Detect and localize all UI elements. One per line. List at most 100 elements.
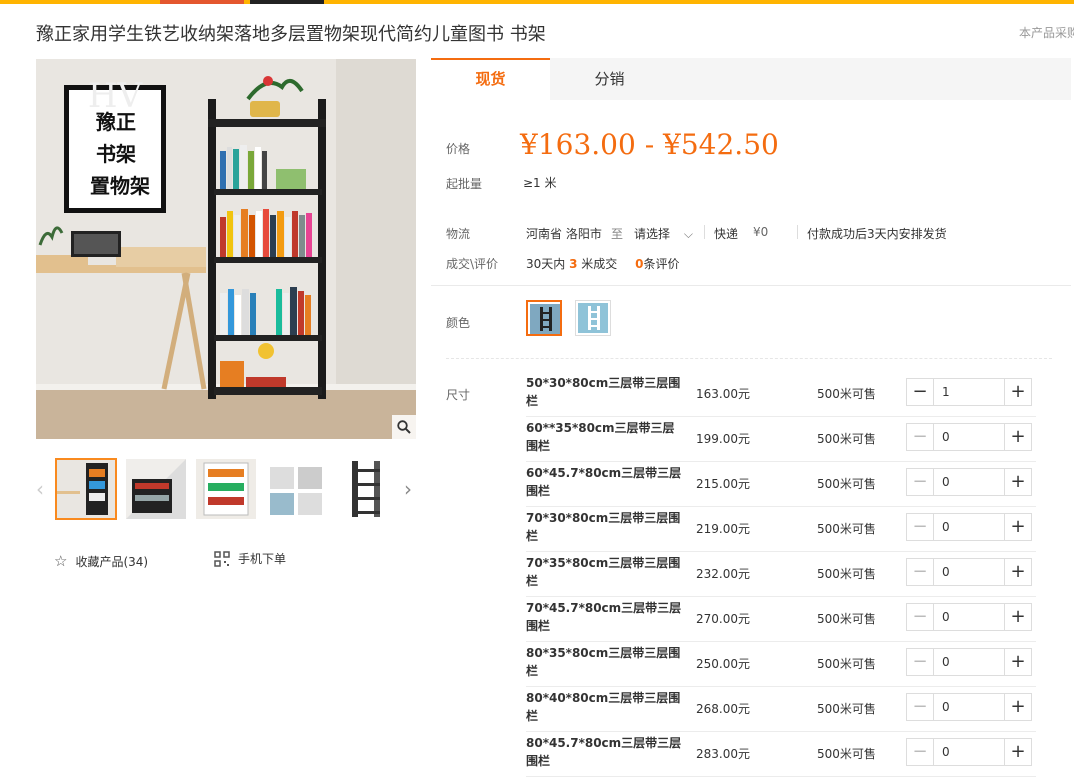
quantity-input[interactable]	[933, 604, 1005, 630]
quantity-stepper: −+	[906, 558, 1032, 586]
quantity-input[interactable]	[933, 379, 1005, 405]
reviews-count[interactable]: 0	[635, 257, 643, 271]
magnifier-icon	[397, 420, 411, 434]
quantity-input[interactable]	[933, 739, 1005, 765]
quantity-stepper: −+	[906, 378, 1032, 406]
destination-select[interactable]: 请选择 ⌵	[634, 225, 693, 242]
thumbnail-3[interactable]	[196, 459, 256, 519]
increment-button[interactable]: +	[1005, 649, 1031, 675]
moq-value: ≥1 米	[523, 176, 557, 190]
qr-code-icon	[214, 550, 230, 567]
increment-button[interactable]: +	[1005, 379, 1031, 405]
mobile-order-button[interactable]: 手机下单	[214, 550, 286, 567]
decrement-button[interactable]: −	[907, 604, 933, 630]
sku-stock: 500米可售	[817, 657, 876, 671]
sku-price: 199.00元	[696, 432, 750, 446]
decrement-button[interactable]: −	[907, 424, 933, 450]
deals-prefix: 30天内	[526, 257, 566, 271]
increment-button[interactable]: +	[1005, 514, 1031, 540]
top-bar-segment	[160, 0, 244, 4]
decrement-button[interactable]: −	[907, 694, 933, 720]
sku-stock: 500米可售	[817, 477, 876, 491]
color-swatch-black[interactable]	[526, 300, 562, 336]
quantity-stepper: −+	[906, 423, 1032, 451]
sku-row: 50*30*80cm三层带三层围栏163.00元500米可售−+	[526, 372, 1036, 417]
decrement-button[interactable]: −	[907, 559, 933, 585]
increment-button[interactable]: +	[1005, 694, 1031, 720]
sku-row: 60**35*80cm三层带三层围栏199.00元500米可售−+	[526, 417, 1036, 462]
main-product-image[interactable]: HV 豫正 书架 置物架	[36, 59, 416, 439]
sku-stock: 500米可售	[817, 522, 876, 536]
sku-row: 80*45.7*80cm三层带三层围栏283.00元500米可售−+	[526, 732, 1036, 777]
deals-count: 3	[569, 257, 578, 271]
sku-stock: 500米可售	[817, 612, 876, 626]
deals-summary: 30天内 3 米成交 0条评价	[526, 255, 680, 272]
tab-bar: 现货 分销	[431, 58, 1071, 100]
deals-count-suffix: 米成交	[581, 257, 618, 271]
decrement-button[interactable]: −	[907, 469, 933, 495]
size-label: 尺寸	[446, 388, 471, 402]
thumbnail-2[interactable]	[126, 459, 186, 519]
thumb-next-arrow[interactable]: ›	[402, 478, 414, 500]
sku-name: 70*45.7*80cm三层带三层围栏	[526, 601, 682, 633]
sku-name: 70*30*80cm三层带三层围栏	[526, 511, 681, 543]
quantity-input[interactable]	[933, 469, 1005, 495]
sku-stock: 500米可售	[817, 747, 876, 761]
reviews-suffix[interactable]: 条评价	[644, 257, 680, 271]
quantity-stepper: −+	[906, 603, 1032, 631]
sku-stock: 500米可售	[817, 567, 876, 581]
thumbnail-1[interactable]	[55, 458, 117, 520]
separator	[704, 225, 705, 239]
divider	[431, 285, 1071, 286]
increment-button[interactable]: +	[1005, 739, 1031, 765]
poster-line-1: 豫正	[96, 110, 136, 134]
decrement-button[interactable]: −	[907, 739, 933, 765]
sku-name: 70*35*80cm三层带三层围栏	[526, 556, 681, 588]
star-icon: ☆	[54, 552, 68, 570]
color-swatch-white[interactable]	[575, 300, 611, 336]
decrement-button[interactable]: −	[907, 649, 933, 675]
favorite-label: 收藏产品(34)	[75, 554, 149, 569]
tab-in-stock[interactable]: 现货	[431, 58, 550, 100]
moq-label: 起批量	[446, 177, 483, 191]
sku-price: 268.00元	[696, 702, 750, 716]
sku-row: 70*35*80cm三层带三层围栏232.00元500米可售−+	[526, 552, 1036, 597]
favorite-button[interactable]: ☆ 收藏产品(34)	[54, 552, 148, 570]
tab-distribution[interactable]: 分销	[550, 58, 669, 100]
top-accent-bar	[0, 0, 1074, 4]
sku-row: 60*45.7*80cm三层带三层围栏215.00元500米可售−+	[526, 462, 1036, 507]
quantity-stepper: −+	[906, 468, 1032, 496]
corner-note[interactable]: 本产品采购	[1019, 24, 1074, 41]
increment-button[interactable]: +	[1005, 559, 1031, 585]
quantity-input[interactable]	[933, 424, 1005, 450]
quantity-input[interactable]	[933, 694, 1005, 720]
sku-row: 80*40*80cm三层带三层围栏268.00元500米可售−+	[526, 687, 1036, 732]
quantity-stepper: −+	[906, 693, 1032, 721]
deals-label: 成交\评价	[446, 257, 499, 271]
quantity-stepper: −+	[906, 513, 1032, 541]
poster-line-2: 书架	[96, 142, 136, 166]
logistics-to: 至	[611, 227, 624, 241]
decrement-button[interactable]: −	[907, 514, 933, 540]
zoom-button[interactable]	[392, 415, 416, 439]
product-title: 豫正家用学生铁艺收纳架落地多层置物架现代简约儿童图书 书架	[36, 24, 546, 45]
sku-price: 250.00元	[696, 657, 750, 671]
thumb-prev-arrow[interactable]: ‹	[34, 478, 46, 500]
thumbnail-4[interactable]	[266, 459, 326, 519]
quantity-input[interactable]	[933, 559, 1005, 585]
increment-button[interactable]: +	[1005, 604, 1031, 630]
logistics-label: 物流	[446, 227, 471, 241]
quantity-stepper: −+	[906, 648, 1032, 676]
quantity-input[interactable]	[933, 514, 1005, 540]
decrement-button[interactable]: −	[907, 379, 933, 405]
separator	[797, 225, 798, 239]
sku-stock: 500米可售	[817, 432, 876, 446]
sku-row: 70*30*80cm三层带三层围栏219.00元500米可售−+	[526, 507, 1036, 552]
increment-button[interactable]: +	[1005, 469, 1031, 495]
increment-button[interactable]: +	[1005, 424, 1031, 450]
sku-row: 80*35*80cm三层带三层围栏250.00元500米可售−+	[526, 642, 1036, 687]
quantity-input[interactable]	[933, 649, 1005, 675]
thumbnail-5[interactable]	[336, 459, 396, 519]
sku-price: 215.00元	[696, 477, 750, 491]
color-label: 颜色	[446, 316, 471, 330]
